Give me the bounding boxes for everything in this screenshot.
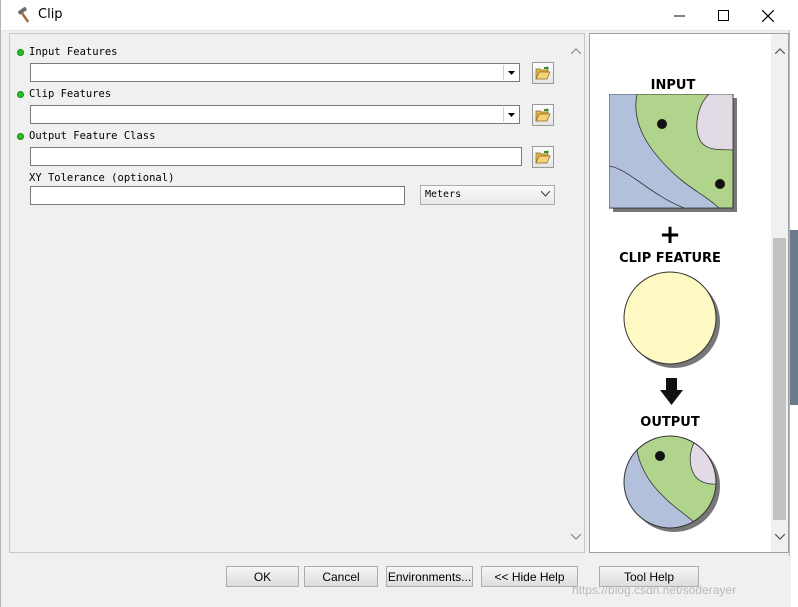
output-feature-class-browse-button[interactable] bbox=[532, 146, 554, 168]
cancel-button[interactable]: Cancel bbox=[304, 566, 378, 587]
hide-help-button[interactable]: << Hide Help bbox=[481, 566, 578, 587]
input-features-illustration bbox=[609, 94, 737, 212]
scroll-up-icon[interactable] bbox=[571, 48, 581, 54]
close-icon bbox=[762, 9, 774, 22]
minimize-icon bbox=[673, 15, 685, 17]
maximize-icon bbox=[717, 10, 729, 21]
output-feature-class-field[interactable] bbox=[30, 147, 522, 166]
folder-open-icon bbox=[535, 108, 551, 122]
input-features-browse-button[interactable] bbox=[532, 62, 554, 84]
background-window-strip bbox=[790, 230, 798, 405]
chevron-down-icon bbox=[541, 191, 550, 197]
dropdown-arrow-icon[interactable] bbox=[503, 107, 518, 122]
dropdown-arrow-icon[interactable] bbox=[503, 65, 518, 80]
arrow-down-icon bbox=[660, 378, 683, 405]
scroll-down-icon[interactable] bbox=[775, 534, 785, 540]
required-indicator-icon bbox=[17, 91, 24, 98]
title-bar: Clip bbox=[1, 0, 791, 31]
help-clip-caption: CLIP FEATURE bbox=[619, 251, 721, 266]
output-feature-class-label: Output Feature Class bbox=[29, 130, 156, 142]
parameters-panel: Input Features Clip Features Output Feat… bbox=[9, 33, 585, 553]
output-illustration bbox=[623, 435, 720, 532]
ok-button[interactable]: OK bbox=[226, 566, 299, 587]
required-indicator-icon bbox=[17, 133, 24, 140]
clip-features-combo[interactable] bbox=[30, 105, 520, 124]
clip-dialog: Clip Input Features Clip Features Output… bbox=[0, 0, 791, 607]
window-title: Clip bbox=[38, 7, 63, 22]
xy-tolerance-label: XY Tolerance (optional) bbox=[29, 172, 175, 184]
scroll-down-icon[interactable] bbox=[571, 534, 581, 540]
required-indicator-icon bbox=[17, 49, 24, 56]
folder-open-icon bbox=[535, 150, 551, 164]
folder-open-icon bbox=[535, 66, 551, 80]
close-button[interactable] bbox=[745, 0, 791, 31]
help-output-caption: OUTPUT bbox=[640, 415, 700, 430]
xy-tolerance-field[interactable] bbox=[30, 186, 405, 205]
environments-button[interactable]: Environments... bbox=[386, 566, 473, 587]
watermark-text: https://blog.csdn.net/soderayer bbox=[572, 583, 737, 597]
input-features-combo[interactable] bbox=[30, 63, 520, 82]
scroll-thumb[interactable] bbox=[773, 238, 786, 520]
help-panel: INPUT + CLIP FEATURE OUTPUT bbox=[589, 33, 789, 553]
scroll-up-icon[interactable] bbox=[775, 48, 785, 54]
clip-features-browse-button[interactable] bbox=[532, 104, 554, 126]
minimize-button[interactable] bbox=[656, 0, 702, 31]
units-value: Meters bbox=[425, 189, 462, 200]
parameters-scrollbar[interactable] bbox=[567, 34, 584, 552]
help-scrollbar[interactable] bbox=[771, 34, 788, 552]
input-features-label: Input Features bbox=[29, 46, 118, 58]
maximize-button[interactable] bbox=[700, 0, 746, 31]
clip-feature-illustration bbox=[623, 271, 720, 368]
clip-features-label: Clip Features bbox=[29, 88, 112, 100]
help-plus-sign: + bbox=[659, 220, 681, 250]
help-input-caption: INPUT bbox=[650, 78, 696, 93]
hammer-icon bbox=[16, 6, 34, 24]
xy-tolerance-units-select[interactable]: Meters bbox=[420, 185, 555, 205]
